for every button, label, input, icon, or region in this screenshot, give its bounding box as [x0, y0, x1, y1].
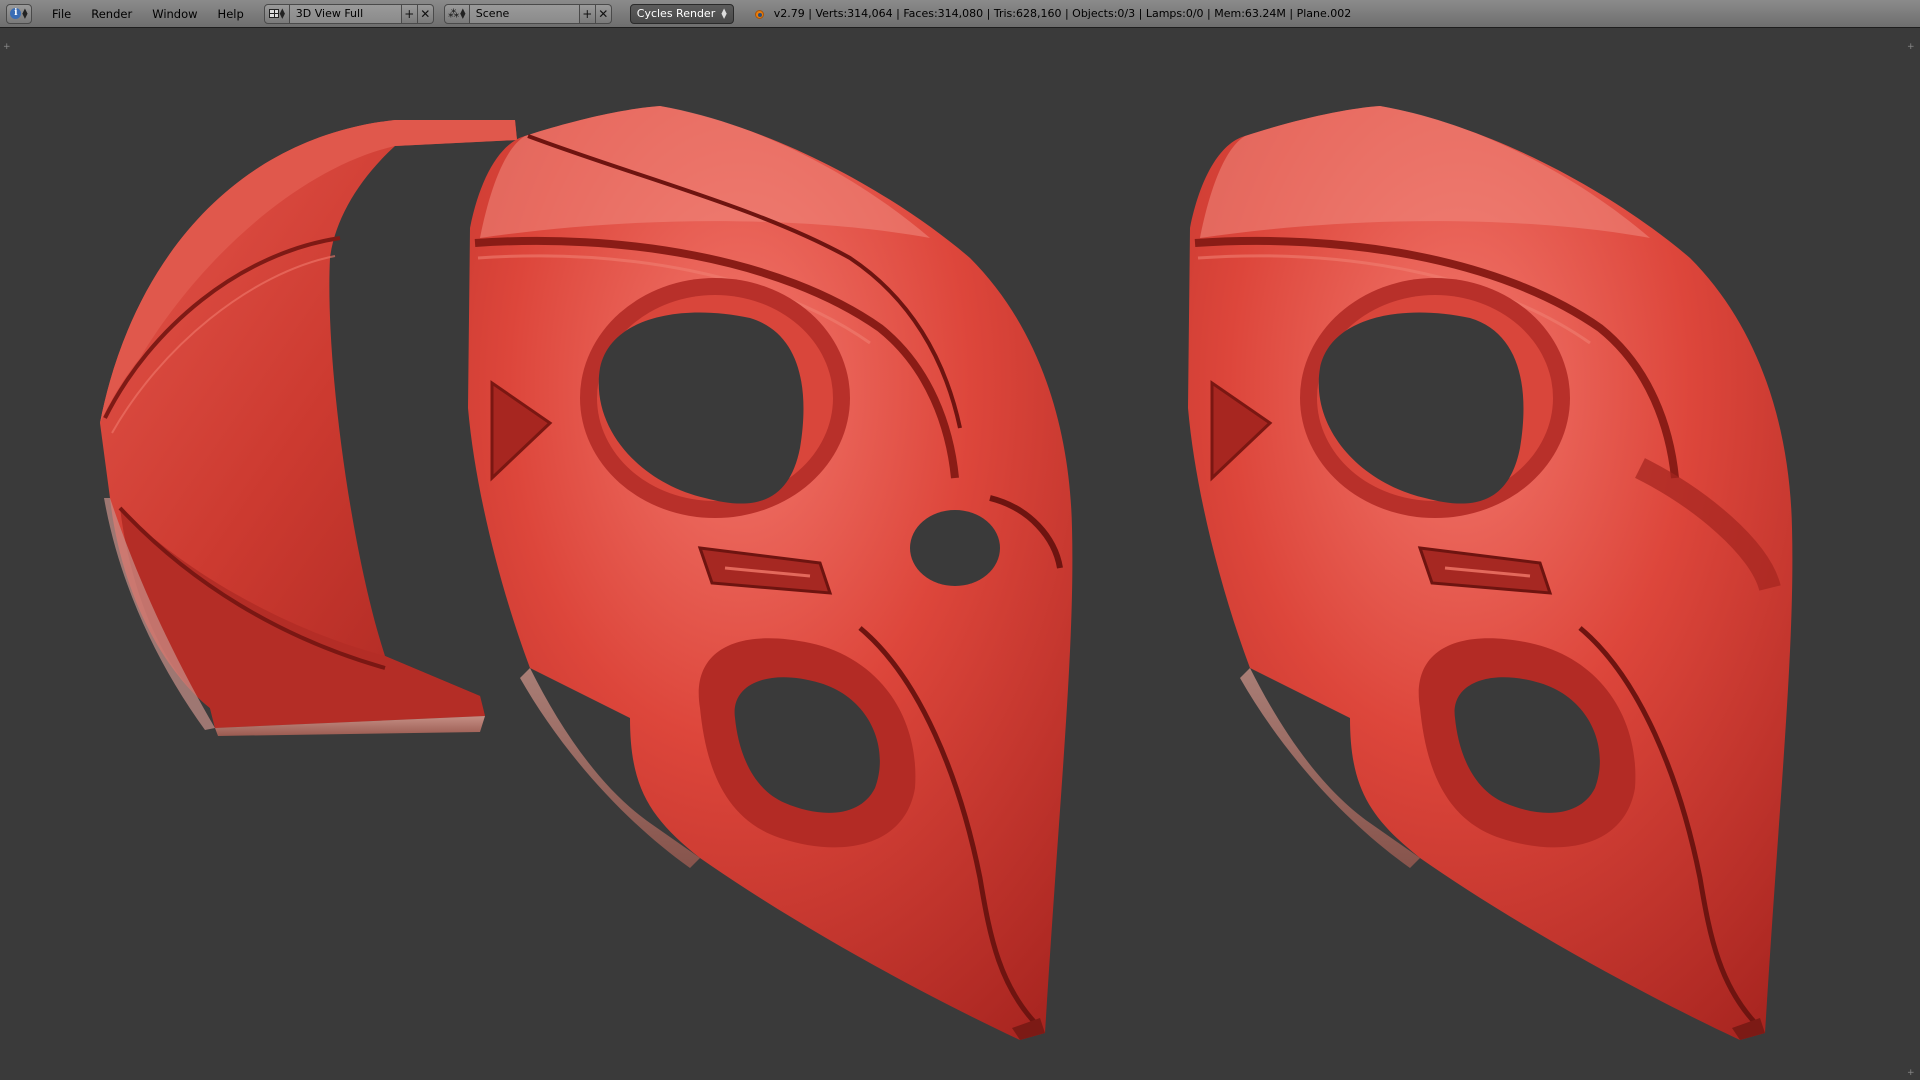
updown-arrows-icon: ▲ ▼	[460, 6, 466, 20]
add-screen-button[interactable]: +	[401, 3, 418, 24]
screen-layout-name-field[interactable]: 3D View Full	[289, 3, 402, 24]
viewport-render	[100, 106, 1793, 1040]
menu-help[interactable]: Help	[208, 0, 254, 28]
info-icon: i	[10, 8, 22, 19]
info-header: i ▲ ▼ File Render Window Help ▲ ▼ 3D View …	[0, 0, 1920, 28]
scene-statistics: v2.79 | Verts:314,064 | Faces:314,080 | …	[773, 7, 1352, 20]
blender-logo-icon	[752, 7, 766, 21]
blender-window: i ▲ ▼ File Render Window Help ▲ ▼ 3D View …	[0, 0, 1920, 1080]
delete-scene-button[interactable]: ✕	[595, 3, 612, 24]
scene-name-field[interactable]: Scene	[469, 3, 580, 24]
screen-layout-icon	[268, 9, 279, 18]
plus-icon: +	[404, 6, 415, 21]
add-scene-button[interactable]: +	[579, 3, 596, 24]
render-engine-label: Cycles Render	[636, 6, 716, 20]
scene-icon: ⁂	[448, 7, 460, 20]
render-engine-dropdown[interactable]: Cycles Render ▲ ▼	[629, 3, 734, 24]
scene-dropdown[interactable]: ⁂ ▲ ▼	[443, 3, 470, 24]
editor-type-selector[interactable]: i ▲ ▼	[6, 3, 32, 24]
mask-front-seamed[interactable]	[468, 106, 1073, 1040]
menu-file[interactable]: File	[42, 0, 81, 28]
scene-selector: ⁂ ▲ ▼ Scene + ✕	[443, 3, 612, 24]
delete-screen-button[interactable]: ✕	[417, 3, 434, 24]
mask-front-smooth[interactable]	[1188, 106, 1793, 1040]
updown-arrows-icon: ▲ ▼	[279, 6, 285, 20]
close-icon: ✕	[420, 6, 431, 21]
updown-arrows-icon: ▲ ▼	[721, 6, 727, 20]
menu-window[interactable]: Window	[142, 0, 207, 28]
3d-viewport[interactable]: + + +	[0, 28, 1920, 1080]
plus-icon: +	[582, 6, 593, 21]
updown-arrows-icon: ▲ ▼	[22, 6, 28, 20]
close-icon: ✕	[598, 6, 609, 21]
screen-layout-selector: ▲ ▼ 3D View Full + ✕	[263, 3, 434, 24]
menu-render[interactable]: Render	[81, 0, 142, 28]
screen-layout-dropdown[interactable]: ▲ ▼	[263, 3, 290, 24]
helmet-back-piece[interactable]	[100, 120, 517, 736]
